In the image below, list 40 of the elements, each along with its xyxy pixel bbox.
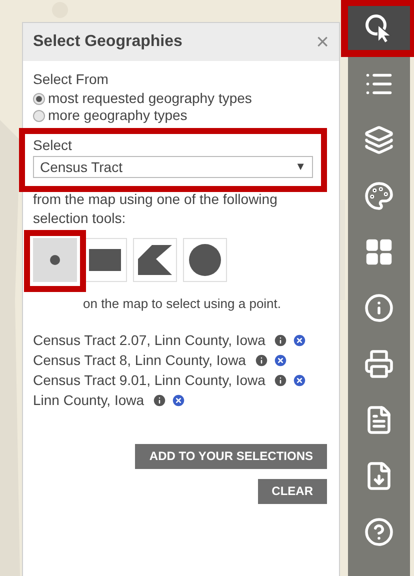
highlight-frame [24, 230, 86, 292]
grid-icon [364, 237, 394, 267]
geography-dropdown[interactable]: Census Tract ▼ [33, 156, 313, 178]
point-icon [49, 254, 61, 266]
remove-icon[interactable] [272, 353, 288, 368]
info-icon[interactable] [254, 353, 269, 368]
radio-option[interactable]: more geography types [33, 107, 329, 124]
selection-tool-button[interactable] [183, 238, 227, 282]
action-button[interactable]: ADD TO YOUR SELECTIONS [135, 444, 327, 468]
action-button[interactable]: CLEAR [258, 478, 327, 504]
instructions-text: from the map using one of the following selection tools: [33, 190, 278, 228]
info-icon[interactable] [273, 333, 288, 348]
selection-tool-button[interactable] [83, 238, 127, 282]
info-icon [364, 293, 394, 323]
tool-hint: on the map to select using a point. [82, 295, 282, 313]
selection-item: Linn County, Iowa [33, 390, 318, 410]
info-icon[interactable] [273, 373, 288, 388]
selection-item: Census Tract 2.07, Linn County, Iowa [33, 330, 318, 350]
radio-option[interactable]: most requested geography types [33, 90, 329, 107]
rectangle-icon [89, 249, 121, 271]
info-icon[interactable] [152, 393, 167, 408]
printer-icon [364, 349, 394, 379]
selection-item: Census Tract 9.01, Linn County, Iowa [33, 370, 318, 390]
remove-icon[interactable] [170, 393, 186, 408]
layers-icon [364, 125, 394, 155]
polygon-icon [138, 245, 172, 275]
remove-icon[interactable] [292, 333, 308, 348]
circle-icon [189, 244, 221, 276]
radio-button[interactable] [33, 92, 45, 104]
selection-tool-button[interactable] [133, 238, 177, 282]
palette-icon [364, 181, 394, 211]
field-label: Select [33, 136, 73, 154]
selection-tool-button[interactable] [33, 238, 77, 282]
section-label: Select From [33, 70, 110, 89]
toolbar-button[interactable] [348, 6, 410, 50]
radio-button[interactable] [33, 110, 45, 122]
panel-title: Select Geographies [33, 32, 182, 52]
remove-icon[interactable] [292, 373, 308, 388]
help-icon [364, 517, 394, 547]
selection-item: Census Tract 8, Linn County, Iowa [33, 350, 318, 370]
